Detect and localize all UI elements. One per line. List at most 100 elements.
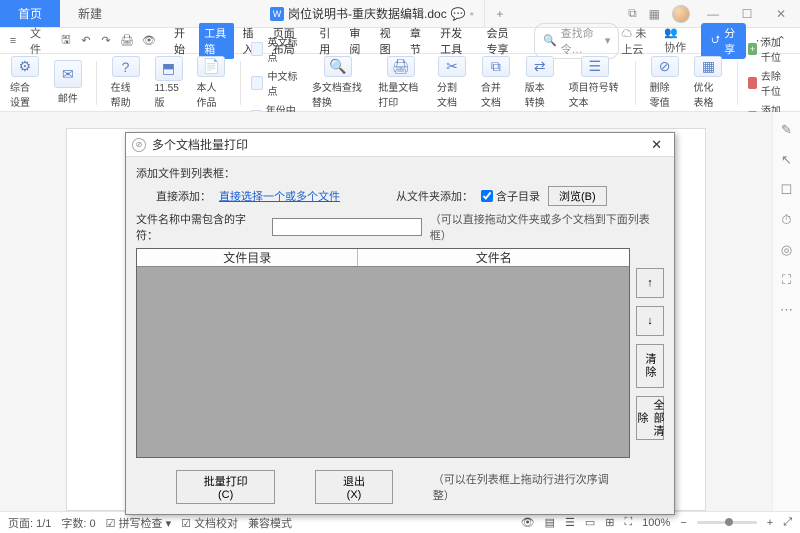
merge-icon: ⧉ [482, 56, 510, 77]
ribbon-online-help[interactable]: ?在线帮助 [107, 56, 145, 109]
select-icon[interactable]: ☐ [781, 182, 793, 198]
ribbon-merge[interactable]: ⧉合并文档 [477, 56, 515, 109]
find-icon: 🔍 [324, 56, 352, 77]
menu-工具箱[interactable]: 工具箱 [199, 23, 233, 59]
ribbon-bullet-convert[interactable]: ☰项目符号转文本 [565, 56, 625, 109]
menu-开发工具[interactable]: 开发工具 [435, 23, 477, 59]
browse-button[interactable]: 浏览(B) [548, 186, 607, 206]
print-icon[interactable]: 🖨 [119, 33, 135, 49]
exit-button[interactable]: 退出(X) [315, 470, 392, 504]
ribbon-mail[interactable]: ✉邮件 [50, 56, 86, 109]
minimize-button[interactable]: — [702, 7, 724, 21]
save-icon[interactable]: 🖫 [59, 33, 73, 49]
ribbon-cn-punct[interactable]: 中文标点 [251, 68, 302, 98]
ribbon-composite-settings[interactable]: ⚙综合设置 [6, 56, 44, 109]
clock-icon[interactable]: ⏱ [781, 212, 791, 228]
direct-select-link[interactable]: 直接选择一个或多个文件 [219, 188, 340, 204]
command-search[interactable]: 🔍 查找命令… ▾ [534, 23, 619, 59]
menu-会员专享[interactable]: 会员专享 [482, 23, 524, 59]
fit-icon[interactable]: ⛶ [624, 516, 632, 529]
tab-comment-icon[interactable]: 💬 [451, 7, 466, 21]
maximize-button[interactable]: ☐ [736, 7, 758, 21]
zoom-out[interactable]: − [680, 517, 686, 529]
status-spell[interactable]: ☑ 拼写检查 ▾ [106, 515, 172, 531]
dialog-close-button[interactable]: ✕ [645, 137, 668, 153]
zoom-label: 100% [642, 517, 670, 529]
ribbon-add-thousand[interactable]: +添加千位 [748, 34, 790, 64]
tab-new[interactable]: 新建 [60, 0, 120, 27]
minus-icon [748, 77, 757, 89]
reorder-hint: （可以在列表框上拖动行进行次序调整） [433, 471, 624, 503]
split-icon: ✂ [438, 56, 466, 77]
menu-引用[interactable]: 引用 [314, 23, 340, 59]
convert-icon: ⇄ [526, 56, 554, 77]
ribbon-batch-print[interactable]: 🖨批量文档打印 [374, 56, 427, 109]
menu-章节[interactable]: 章节 [405, 23, 431, 59]
folder-add-label: 从文件夹添加： [396, 188, 473, 204]
target-icon[interactable]: ◎ [781, 242, 792, 258]
filter-input[interactable] [272, 218, 422, 236]
avatar[interactable] [672, 5, 690, 23]
grid-icon[interactable]: ▦ [649, 7, 660, 21]
clear-button[interactable]: 清除 [636, 344, 664, 388]
status-compat: 兼容模式 [248, 515, 292, 531]
view-outline-icon[interactable]: ☰ [565, 516, 575, 529]
separator [240, 61, 241, 105]
menu-开始[interactable]: 开始 [169, 23, 195, 59]
ribbon-optimize-table[interactable]: ▦优化表格 [690, 56, 728, 109]
preview-icon[interactable]: 👁 [141, 33, 157, 49]
menu-视图[interactable]: 视图 [375, 23, 401, 59]
view-page-icon[interactable]: ▤ [545, 516, 555, 529]
share-button[interactable]: ⮍分享 [701, 23, 745, 59]
separator [737, 61, 738, 105]
status-words[interactable]: 字数: 0 [61, 515, 95, 531]
ribbon-delete-zero[interactable]: ⊘删除零值 [646, 56, 684, 109]
ribbon-en-punct[interactable]: 英文标点 [251, 34, 302, 64]
layout-icon[interactable]: ⧉ [628, 6, 637, 21]
ribbon-convert[interactable]: ⇄版本转换 [521, 56, 559, 109]
status-proof[interactable]: ☑ 文档校对 [181, 515, 238, 531]
cursor-icon[interactable]: ↖ [781, 152, 792, 168]
redo-icon[interactable]: ↷ [99, 33, 113, 49]
ribbon-multi-find[interactable]: 🔍多文档查找替换 [308, 56, 368, 109]
settings-icon: ⚙ [11, 56, 39, 77]
screenshot-icon[interactable]: ⛶ [782, 272, 791, 288]
zoom-in[interactable]: + [767, 517, 773, 529]
col-directory[interactable]: 文件目录 [137, 249, 358, 266]
clear-all-button[interactable]: 全部清除 [636, 396, 664, 440]
batch-print-button[interactable]: 批量打印(C) [176, 470, 275, 504]
expand-icon[interactable]: ⤢ [783, 516, 792, 529]
ribbon-works[interactable]: 📄本人作品 [193, 56, 231, 109]
doc-title: 岗位说明书-重庆数据编辑.doc [288, 5, 447, 22]
collab-button[interactable]: 👥 协作 [664, 26, 691, 55]
pen-icon[interactable]: ✎ [781, 122, 792, 138]
direct-add-label: 直接添加： [156, 188, 211, 204]
eye-icon[interactable]: 👁 [521, 516, 535, 529]
file-menu[interactable]: 文件 [26, 25, 53, 57]
move-down-button[interactable]: ↓ [636, 306, 664, 336]
menu-审阅[interactable]: 审阅 [344, 23, 370, 59]
menu-icon[interactable]: ≡ [6, 33, 20, 49]
tab-mark: • [470, 7, 474, 21]
batch-print-icon: 🖨 [387, 56, 415, 77]
ribbon-version[interactable]: ⬒11.55版 [151, 56, 187, 109]
close-button[interactable]: ✕ [770, 7, 792, 21]
word-doc-icon: W [270, 7, 284, 21]
separator [635, 61, 636, 105]
ribbon-split[interactable]: ✂分割文档 [433, 56, 471, 109]
drag-hint: （可以直接拖动文件夹或多个文档到下面列表框） [430, 211, 664, 243]
col-filename[interactable]: 文件名 [358, 249, 629, 266]
move-up-button[interactable]: ↑ [636, 268, 664, 298]
ribbon-remove-thousand[interactable]: 去除千位 [748, 68, 790, 98]
version-icon: ⬒ [155, 56, 183, 81]
cloud-unsync[interactable]: ☁ 未上云 [621, 25, 654, 57]
zoom-slider[interactable] [697, 521, 757, 524]
more-sidebar-icon[interactable]: ⋯ [780, 302, 793, 318]
view-read-icon[interactable]: ▭ [585, 516, 595, 529]
undo-icon[interactable]: ↶ [79, 33, 93, 49]
file-list[interactable]: 文件目录 文件名 [136, 248, 630, 458]
include-subdir-checkbox[interactable]: 含子目录 [481, 188, 540, 204]
view-web-icon[interactable]: ⊞ [605, 516, 614, 529]
tab-home[interactable]: 首页 [0, 0, 60, 27]
status-page[interactable]: 页面: 1/1 [8, 515, 51, 531]
